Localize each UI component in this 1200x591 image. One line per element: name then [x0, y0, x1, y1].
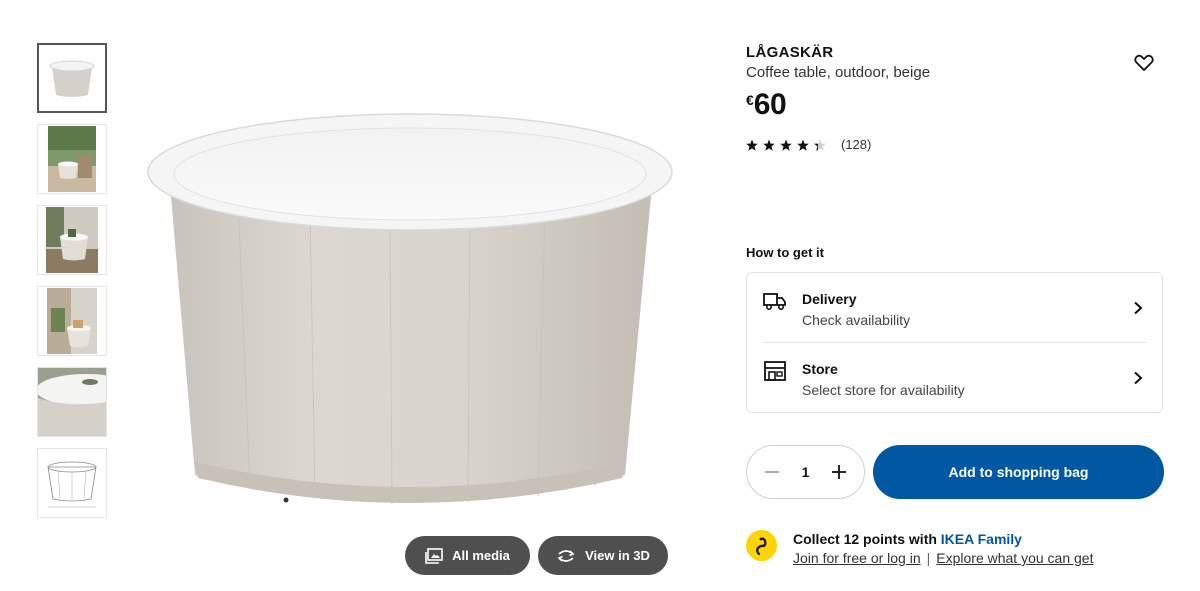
truck-icon: [763, 293, 786, 311]
decrease-quantity-button[interactable]: [761, 461, 783, 483]
rating-stars-icon: [746, 139, 826, 151]
view-in-3d-label: View in 3D: [585, 548, 650, 563]
thumbnail-patio-scene[interactable]: [37, 124, 107, 194]
all-media-label: All media: [452, 548, 510, 563]
thumbnail-top-closeup[interactable]: [37, 367, 107, 437]
favourite-heart-icon[interactable]: [1133, 52, 1155, 74]
rotate-3d-icon: [557, 549, 575, 562]
quantity-value[interactable]: 1: [802, 464, 810, 480]
fulfilment-options: Delivery Check availability Store Select…: [746, 272, 1163, 413]
how-to-get-title: How to get it: [746, 245, 824, 260]
gallery-icon: [425, 547, 443, 564]
links-separator: |: [926, 550, 931, 566]
join-or-login-link[interactable]: Join for free or log in: [793, 550, 921, 566]
delivery-title: Delivery: [802, 291, 857, 307]
product-price: € 60: [746, 88, 787, 122]
plus-icon: [831, 465, 846, 479]
increase-quantity-button[interactable]: [828, 461, 850, 483]
store-icon: [764, 361, 786, 381]
family-links: Join for free or log in | Explore what y…: [793, 550, 1093, 566]
quantity-stepper: 1: [746, 445, 865, 499]
store-title: Store: [802, 361, 838, 377]
rating-count: (128): [841, 137, 872, 152]
store-option[interactable]: Store Select store for availability: [747, 343, 1162, 411]
price-currency: €: [746, 92, 754, 108]
product-main-image[interactable]: [140, 100, 680, 530]
chevron-right-icon: [1134, 371, 1143, 385]
add-to-bag-button[interactable]: Add to shopping bag: [873, 445, 1164, 499]
thumbnail-list: [37, 43, 107, 529]
all-media-button[interactable]: All media: [405, 536, 530, 575]
thumbnail-table-front[interactable]: [37, 43, 107, 113]
family-points-text: Collect 12 points with IKEA Family: [793, 531, 1022, 547]
product-name: LÅGASKÄR: [746, 44, 834, 61]
explore-benefits-link[interactable]: Explore what you can get: [936, 550, 1093, 566]
view-in-3d-button[interactable]: View in 3D: [538, 536, 668, 575]
family-title-prefix: Collect 12 points with: [793, 531, 941, 547]
ikea-family-icon: [746, 530, 777, 561]
delivery-subtitle: Check availability: [802, 312, 911, 328]
minus-icon: [765, 471, 779, 473]
thumbnail-room-scene[interactable]: [37, 205, 107, 275]
family-brand: IKEA Family: [940, 531, 1022, 547]
store-subtitle: Select store for availability: [802, 382, 965, 398]
chevron-right-icon: [1134, 301, 1143, 315]
product-rating[interactable]: (128): [746, 137, 871, 152]
thumbnail-dimension-drawing[interactable]: [37, 448, 107, 518]
delivery-option[interactable]: Delivery Check availability: [747, 273, 1162, 341]
product-description: Coffee table, outdoor, beige: [746, 64, 931, 81]
thumbnail-balcony-scene[interactable]: [37, 286, 107, 356]
price-value: 60: [753, 88, 787, 121]
